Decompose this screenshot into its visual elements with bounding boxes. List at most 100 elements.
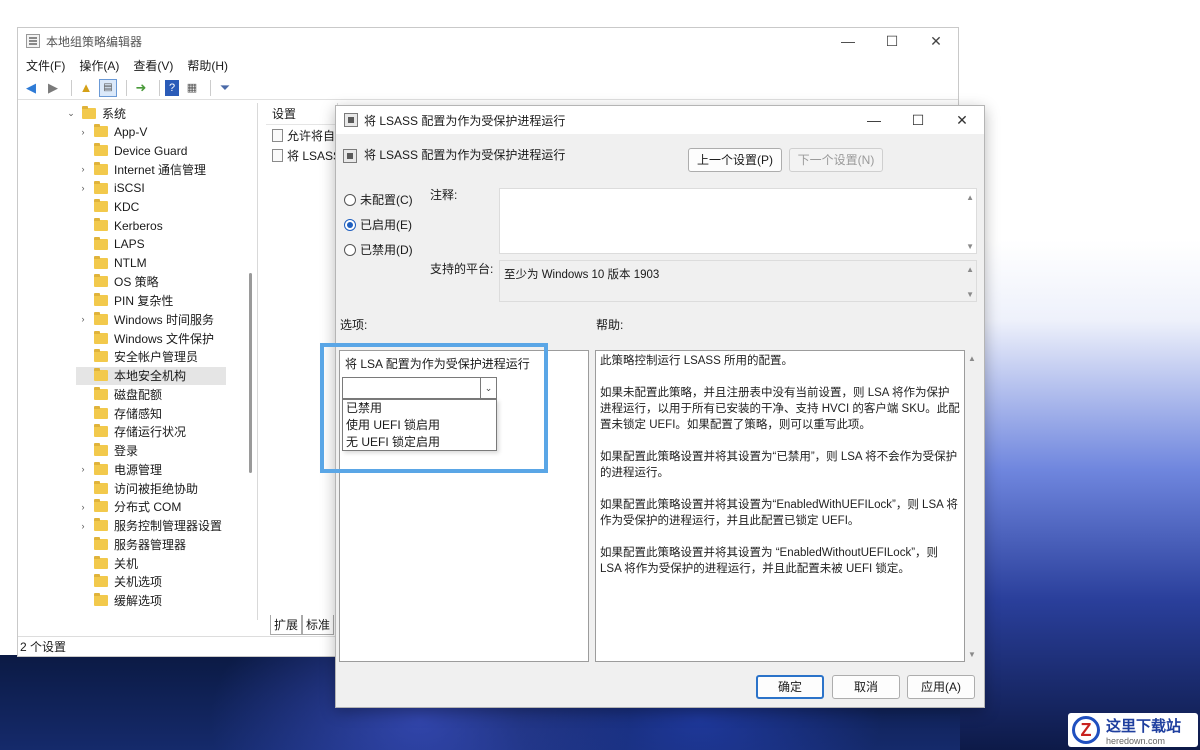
folder-icon (94, 124, 108, 138)
tree-item[interactable]: 服务器管理器 (78, 535, 186, 553)
dropdown-option-disabled[interactable]: 已禁用 (343, 400, 496, 417)
chevron-icon[interactable]: › (78, 164, 88, 174)
radio-enabled[interactable]: 已启用(E) (344, 216, 412, 233)
tree-item[interactable]: OS 策略 (78, 273, 159, 291)
help-scroll-up-icon[interactable]: ▲ (968, 354, 976, 363)
tree-item[interactable]: Device Guard (78, 142, 187, 160)
comment-label: 注释: (430, 188, 458, 202)
tree-item[interactable]: 关机选项 (78, 573, 162, 591)
tab-standard[interactable]: 标准 (302, 615, 335, 635)
list-item[interactable]: 将 LSASS (266, 145, 337, 165)
tree-item[interactable]: 存储运行状况 (78, 423, 186, 441)
close-button[interactable]: ✕ (914, 33, 958, 50)
radio-dot (344, 243, 356, 256)
filter-icon[interactable]: ⏷ (216, 79, 234, 97)
dropdown-option-uefi-lock[interactable]: 使用 UEFI 锁启用 (343, 417, 496, 434)
apply-button[interactable]: 应用(A) (907, 675, 975, 699)
tree-item[interactable]: › App-V (78, 123, 147, 141)
tree-item[interactable]: 存储感知 (78, 404, 162, 422)
show-hide-tree-icon[interactable]: ▤ (99, 78, 117, 97)
dialog-maximize-button[interactable]: ☐ (896, 112, 940, 129)
export-list-icon[interactable]: ➜ (132, 79, 150, 97)
radio-not-configured[interactable]: 未配置(C) (344, 191, 413, 208)
folder-icon (94, 424, 108, 438)
up-folder-icon[interactable]: ▲ (77, 79, 95, 97)
chevron-icon[interactable]: ⌄ (66, 108, 76, 119)
cancel-button[interactable]: 取消 (832, 675, 900, 699)
supported-platform-field: 至少为 Windows 10 版本 1903 ▲ ▼ (499, 260, 977, 302)
dropdown-option-no-uefi-lock[interactable]: 无 UEFI 锁定启用 (343, 434, 496, 451)
scroll-up-arrow-icon[interactable]: ▲ (966, 265, 974, 274)
minimize-button[interactable]: — (826, 33, 870, 50)
tree-item[interactable]: 磁盘配额 (78, 385, 162, 403)
watermark-cn: 这里下载站 (1106, 716, 1182, 735)
tree-item[interactable]: › 分布式 COM (78, 498, 181, 516)
list-column-header[interactable]: 设置 (266, 103, 337, 125)
chevron-icon[interactable]: › (78, 521, 88, 531)
tree-item[interactable]: 缓解选项 (78, 592, 162, 610)
folder-icon (94, 574, 108, 588)
chevron-icon[interactable]: › (78, 183, 88, 193)
chevron-icon[interactable]: › (78, 127, 88, 137)
tree-item[interactable]: 安全帐户管理员 (78, 348, 198, 366)
tree-item[interactable]: › 服务控制管理器设置 (78, 517, 222, 535)
scroll-up-arrow-icon[interactable]: ▲ (966, 193, 974, 202)
tree-item[interactable]: PIN 复杂性 (78, 292, 173, 310)
comment-textarea[interactable]: ▲ ▼ (499, 188, 977, 254)
tree-item[interactable]: › 电源管理 (78, 460, 162, 478)
tab-extended[interactable]: 扩展 (270, 615, 303, 635)
tree-item-label: 电源管理 (114, 462, 163, 477)
next-setting-button[interactable]: 下一个设置(N) (789, 148, 883, 172)
menu-action[interactable]: 操作(A) (79, 57, 119, 74)
back-arrow-icon[interactable]: ◀ (22, 79, 40, 97)
scroll-down-arrow-icon[interactable]: ▼ (966, 290, 974, 299)
gpedit-app-icon (26, 34, 40, 48)
list-item[interactable]: 允许将自 (266, 125, 337, 145)
help-icon[interactable]: ? (165, 79, 179, 96)
tree-item[interactable]: 关机 (78, 554, 138, 572)
radio-disabled[interactable]: 已禁用(D) (344, 241, 413, 258)
dialog-minimize-button[interactable]: — (852, 112, 896, 129)
option-combobox[interactable]: ⌄ (342, 377, 497, 399)
forward-arrow-icon[interactable]: ▶ (44, 79, 62, 97)
tree-item[interactable]: Windows 文件保护 (78, 329, 214, 347)
chevron-icon[interactable]: › (78, 314, 88, 324)
help-paragraph: 如果未配置此策略，并且注册表中没有当前设置，则 LSA 将作为保护进程运行，以用… (600, 387, 960, 431)
maximize-button[interactable]: ☐ (870, 33, 914, 50)
tree-scrollbar[interactable] (249, 273, 252, 473)
tree-item[interactable]: › Windows 时间服务 (78, 310, 214, 328)
tree-item[interactable]: ⌄ 系统 (66, 104, 126, 122)
radio-dot (344, 193, 356, 206)
tree-item[interactable]: 访问被拒绝协助 (78, 479, 198, 497)
radio-label: 已禁用(D) (360, 243, 413, 257)
tree-item[interactable]: NTLM (78, 254, 147, 272)
help-scroll-down-icon[interactable]: ▼ (968, 650, 976, 659)
chevron-down-icon[interactable]: ⌄ (480, 378, 496, 398)
menu-file[interactable]: 文件(F) (26, 57, 65, 74)
tree-item-label: 缓解选项 (114, 594, 163, 608)
options-label: 选项: (340, 318, 368, 332)
tree-item[interactable]: 登录 (78, 442, 138, 460)
scroll-down-arrow-icon[interactable]: ▼ (966, 242, 974, 251)
tree-item[interactable]: 本地安全机构 (76, 366, 226, 385)
menu-help[interactable]: 帮助(H) (187, 57, 228, 74)
previous-setting-button[interactable]: 上一个设置(P) (688, 148, 782, 172)
properties-icon[interactable]: ▦ (183, 79, 201, 97)
tree-item[interactable]: Kerberos (78, 217, 163, 235)
folder-icon (94, 555, 108, 569)
tree-item[interactable]: › iSCSI (78, 179, 145, 197)
dialog-close-button[interactable]: ✕ (940, 112, 984, 129)
help-paragraph: 此策略控制运行 LSASS 所用的配置。 (600, 355, 793, 367)
view-tabs: 扩展 标准 (270, 615, 335, 635)
tree-item-label: Internet 通信管理 (114, 162, 207, 177)
watermark: Z 这里下载站 heredown.com (1068, 713, 1198, 747)
chevron-icon[interactable]: › (78, 502, 88, 512)
tree-item-label: KDC (114, 199, 140, 214)
menu-view[interactable]: 查看(V) (133, 57, 173, 74)
tree-item[interactable]: KDC (78, 198, 139, 216)
tree-item[interactable]: › Internet 通信管理 (78, 160, 206, 178)
ok-button[interactable]: 确定 (756, 675, 824, 699)
policy-header-icon (343, 149, 357, 163)
chevron-icon[interactable]: › (78, 464, 88, 474)
tree-item[interactable]: LAPS (78, 235, 145, 253)
